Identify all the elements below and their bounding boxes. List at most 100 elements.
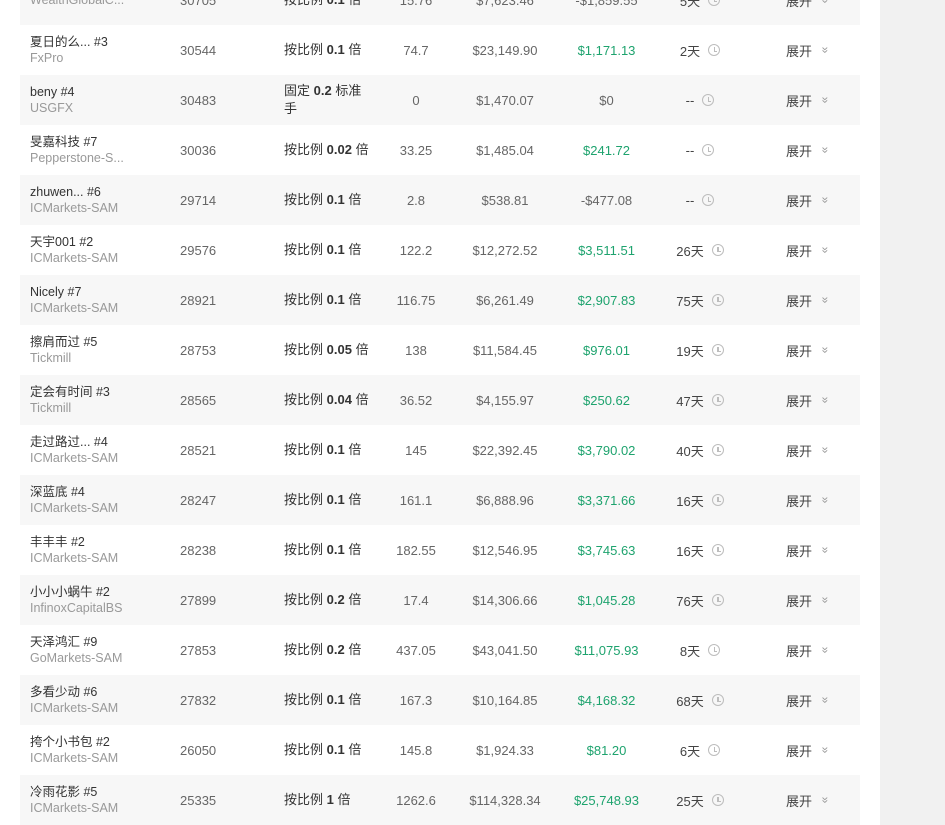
profit-value: $11,075.93 (574, 642, 639, 658)
table-row: 天泽鸿汇 #9 GoMarkets-SAM 27853 按比例 0.2 倍 437.05… (20, 625, 860, 675)
expand-button[interactable]: 展开 » (786, 0, 846, 25)
trader-name[interactable]: 旻嘉科技 #7 (30, 134, 97, 150)
expand-button[interactable]: 展开 » (786, 425, 846, 475)
copy-mode: 按比例 1 倍 (284, 775, 374, 825)
trader-name[interactable]: 多看少动 #6 (30, 684, 97, 700)
copy-mode-value: 0.2 (313, 83, 332, 98)
copy-mode-type: 按比例 (284, 42, 324, 57)
copy-mode-type: 按比例 (284, 642, 324, 657)
trader-cell: 冷雨花影 #5 ICMarkets-SAM (30, 775, 160, 825)
copy-mode-text: 按比例 0.1 倍 (284, 541, 361, 559)
copy-mode: 固定 0.2 标准手 (284, 75, 374, 125)
profit-value: $1,045.28 (577, 592, 636, 608)
table-row: beny #4 USGFX 30483 固定 0.2 标准手 0 $1,470.07 $0 -… (20, 75, 860, 125)
expand-button[interactable]: 展开 » (786, 375, 846, 425)
trader-name[interactable]: 定会有时间 #3 (30, 384, 110, 400)
account-id: 30036 (180, 142, 217, 158)
equity-value: $7,623.46 (476, 0, 534, 8)
trader-name[interactable]: 夏日的么... #3 (30, 34, 108, 50)
expand-button[interactable]: 展开 » (786, 575, 846, 625)
days-value: 2天 (679, 43, 701, 59)
trader-cell: beny #4 USGFX (30, 75, 160, 125)
equity-value: $538.81 (481, 192, 529, 208)
expand-button[interactable]: 展开 » (786, 25, 846, 75)
equity-value: $22,392.45 (472, 442, 538, 458)
copy-mode: 按比例 0.1 倍 (284, 0, 374, 25)
table-row: Nicely #7 ICMarkets-SAM 28921 按比例 0.1 倍 116.… (20, 275, 860, 325)
trader-name[interactable]: 天泽鸿汇 #9 (30, 634, 97, 650)
profit-value: $250.62 (583, 392, 630, 408)
trader-name[interactable]: 深蓝底 #4 (30, 484, 85, 500)
copy-mode-text: 按比例 0.1 倍 (284, 0, 361, 9)
copy-mode-unit: 倍 (348, 592, 362, 607)
days-value: 5天 (679, 0, 701, 9)
trader-name[interactable]: 天宇001 #2 (30, 234, 93, 250)
chevron-double-down-icon: » (818, 746, 833, 754)
trader-name[interactable]: zhuwen... #6 (30, 184, 101, 200)
expand-button[interactable]: 展开 » (786, 225, 846, 275)
copy-mode-type: 按比例 (284, 242, 324, 257)
days-value: 16天 (676, 493, 704, 509)
copy-mode-text: 按比例 0.04 倍 (284, 391, 369, 409)
expand-button[interactable]: 展开 » (786, 625, 846, 675)
equity-value: $114,328.34 (469, 792, 541, 808)
clock-icon (711, 594, 724, 606)
expand-button[interactable]: 展开 » (786, 775, 846, 825)
days-cell: 26天 (660, 225, 740, 275)
copy-mode: 按比例 0.1 倍 (284, 175, 374, 225)
lots-value: 33.25 (399, 142, 433, 158)
equity-value: $12,546.95 (472, 542, 538, 558)
trader-name[interactable]: 小小小蜗牛 #2 (30, 584, 110, 600)
expand-button[interactable]: 展开 » (786, 75, 846, 125)
chevron-double-down-icon: » (818, 696, 833, 704)
days-cell: 2天 (660, 25, 740, 75)
days-value: 19天 (676, 343, 704, 359)
days-cell: 40天 (660, 425, 740, 475)
equity-value: $1,470.07 (476, 92, 534, 108)
expand-label: 展开 (786, 693, 813, 709)
expand-button[interactable]: 展开 » (786, 725, 846, 775)
trader-name[interactable]: 丰丰丰 #2 (30, 534, 85, 550)
chevron-double-down-icon: » (818, 596, 833, 604)
trader-name[interactable]: 冷雨花影 #5 (30, 784, 97, 800)
clock-icon (708, 644, 721, 656)
copy-mode: 按比例 0.1 倍 (284, 425, 374, 475)
copy-mode-type: 按比例 (284, 0, 323, 7)
copy-mode-type: 按比例 (284, 592, 324, 607)
expand-button[interactable]: 展开 » (786, 475, 846, 525)
copy-mode-value: 0.1 (326, 442, 345, 457)
days-cell: 8天 (660, 625, 740, 675)
copy-mode-text: 按比例 0.1 倍 (284, 191, 361, 209)
chevron-double-down-icon: » (818, 496, 833, 504)
expand-button[interactable]: 展开 » (786, 275, 846, 325)
expand-button[interactable]: 展开 » (786, 175, 846, 225)
copy-mode-value: 0.04 (326, 392, 352, 407)
copy-mode-type: 按比例 (284, 142, 324, 157)
expand-button[interactable]: 展开 » (786, 675, 846, 725)
copy-mode-type: 按比例 (284, 492, 324, 507)
days-cell: -- (660, 175, 740, 225)
equity-value: $14,306.66 (472, 592, 538, 608)
profit-value: $3,745.63 (577, 542, 636, 558)
days-cell: 19天 (660, 325, 740, 375)
trader-name[interactable]: Nicely #7 (30, 284, 81, 300)
clock-icon (711, 694, 724, 706)
expand-button[interactable]: 展开 » (786, 525, 846, 575)
clock-icon (708, 744, 721, 756)
copy-mode-type: 按比例 (284, 392, 324, 407)
table-row: 旻嘉科技 #7 Pepperstone-S... 30036 按比例 0.02 倍 33… (20, 125, 860, 175)
days-cell: 68天 (660, 675, 740, 725)
copy-mode-unit: 倍 (348, 242, 362, 257)
trader-name[interactable]: 走过路过... #4 (30, 434, 108, 450)
trader-cell: 挎个小书包 #2 ICMarkets-SAM (30, 725, 160, 775)
trader-name[interactable]: 擦肩而过 #5 (30, 334, 97, 350)
copy-mode-text: 按比例 1 倍 (284, 791, 351, 809)
expand-button[interactable]: 展开 » (786, 325, 846, 375)
expand-button[interactable]: 展开 » (786, 125, 846, 175)
trader-name[interactable]: 挎个小书包 #2 (30, 734, 110, 750)
days-value: 47天 (676, 393, 704, 409)
copy-mode-value: 0.02 (326, 142, 352, 157)
trader-name[interactable]: beny #4 (30, 84, 74, 100)
trader-cell: 夏日的么... #3 FxPro (30, 25, 160, 75)
days-value: -- (685, 192, 695, 208)
